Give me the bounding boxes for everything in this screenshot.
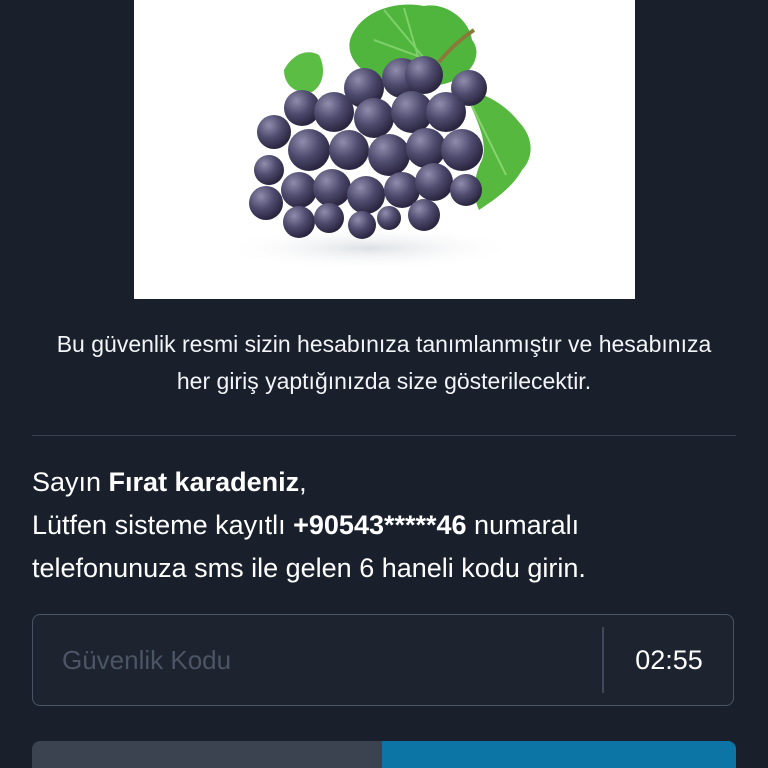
security-code-input[interactable] [33,615,601,705]
sms-instruction: Sayın Fırat karadeniz, Lütfen sisteme ka… [32,461,742,590]
sms-verification-page: Bu güvenlik resmi sizin hesabınıza tanım… [0,0,768,768]
security-code-field: 02:55 [32,614,734,706]
instruction-suffix: numaralı [466,510,580,540]
grapes-image [219,4,531,270]
confirm-button[interactable] [382,741,736,768]
greeting-comma: , [299,467,307,497]
instruction-prefix: Lütfen sisteme kayıtlı [32,510,294,540]
security-image-info: Bu güvenlik resmi sizin hesabınıza tanım… [56,331,712,394]
greeting: Sayın [32,467,109,497]
field-separator [602,627,604,693]
cancel-button[interactable] [32,741,382,768]
instruction-line3: telefonunuza sms ile gelen 6 haneli kodu… [32,553,586,583]
divider [32,435,736,436]
masked-phone-number: +90543*****46 [293,510,467,540]
security-image [134,0,635,299]
countdown-timer: 02:55 [635,645,703,675]
user-name: Fırat karadeniz [108,467,300,497]
